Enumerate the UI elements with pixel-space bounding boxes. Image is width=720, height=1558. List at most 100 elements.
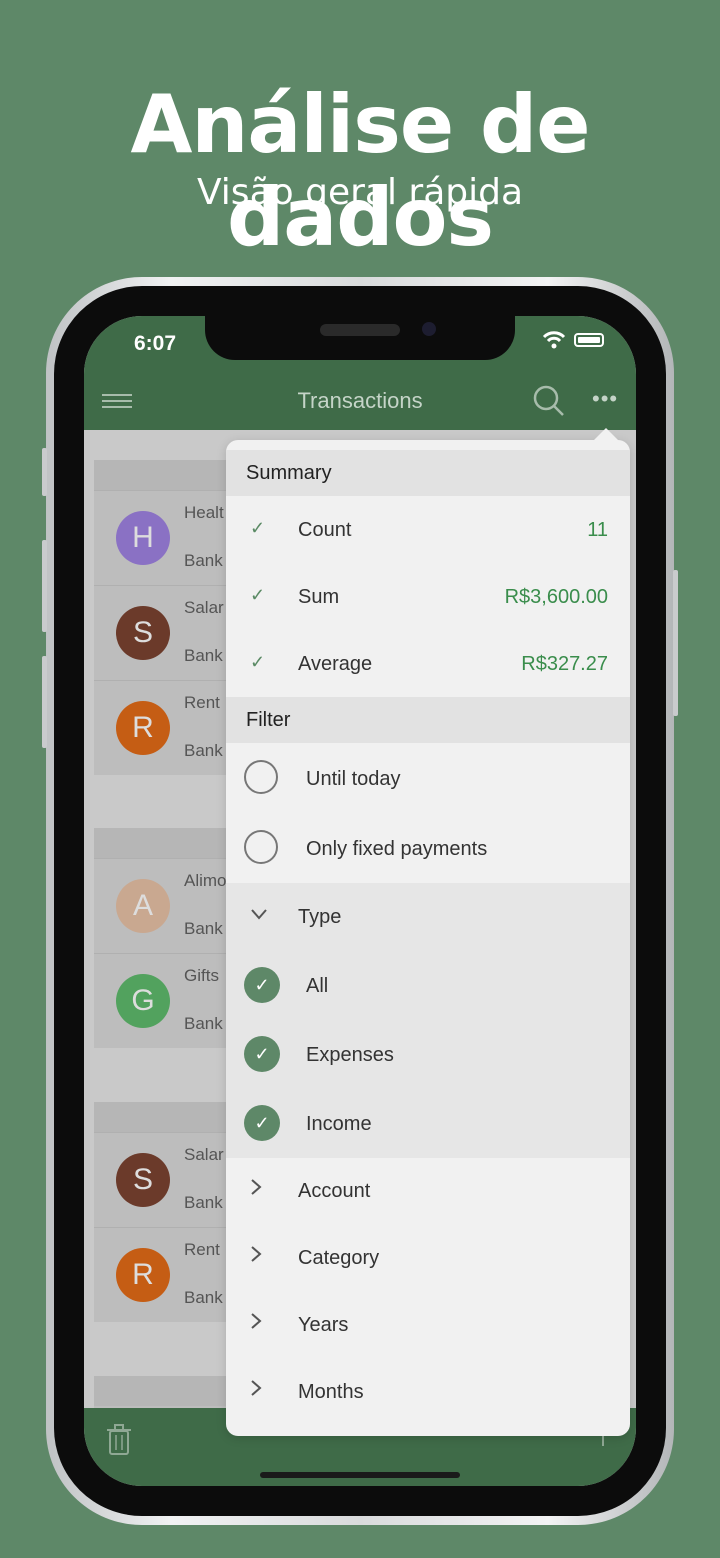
avatar: R bbox=[116, 701, 170, 755]
row-category: Rent bbox=[184, 693, 220, 712]
type-all[interactable]: ✓ All bbox=[226, 951, 630, 1020]
group-account[interactable]: Account bbox=[226, 1158, 630, 1225]
nav-bar: Transactions ••• bbox=[84, 372, 636, 430]
radio-icon bbox=[244, 830, 278, 864]
row-category: Gifts bbox=[184, 966, 219, 985]
list-item[interactable]: S Salar Bank bbox=[94, 585, 234, 680]
row-category: Alimo bbox=[184, 871, 227, 890]
chevron-right-icon bbox=[250, 1178, 262, 1202]
transaction-group: A Alimo Bank G Gifts Bank bbox=[94, 828, 234, 1048]
list-item[interactable]: G Gifts Bank bbox=[94, 953, 234, 1048]
type-label: Type bbox=[298, 906, 342, 928]
summary-popover: Summary ✓ Count 11 ✓ Sum R$3,600.00 ✓ Av… bbox=[226, 440, 630, 1436]
summary-label: Sum bbox=[298, 586, 340, 608]
group-months[interactable]: Months bbox=[226, 1359, 630, 1426]
check-icon: ✓ bbox=[250, 652, 266, 672]
checked-circle-icon: ✓ bbox=[244, 1105, 280, 1141]
row-category: Healt bbox=[184, 503, 224, 522]
list-item[interactable]: S Salar Bank bbox=[94, 1132, 234, 1227]
filter-section-header: Filter bbox=[226, 697, 630, 743]
avatar: G bbox=[116, 974, 170, 1028]
filter-title: Filter bbox=[246, 709, 291, 731]
list-item[interactable]: R Rent Bank bbox=[94, 680, 234, 775]
type-expenses[interactable]: ✓ Expenses bbox=[226, 1020, 630, 1089]
filter-label: Only fixed payments bbox=[306, 838, 488, 860]
volume-down-button bbox=[42, 656, 47, 748]
row-category: Salar bbox=[184, 598, 224, 617]
summary-label: Count bbox=[298, 519, 352, 541]
type-option-label: All bbox=[306, 975, 329, 997]
hero-subtitle: Visão geral rápida bbox=[196, 172, 524, 213]
hero-title: Análise de dados bbox=[130, 78, 591, 264]
summary-value: R$327.27 bbox=[521, 653, 608, 675]
chevron-right-icon bbox=[250, 1245, 262, 1269]
filter-fixed-payments[interactable]: Only fixed payments bbox=[226, 813, 630, 883]
summary-row-average[interactable]: ✓ Average R$327.27 bbox=[226, 630, 630, 697]
group-header bbox=[94, 828, 234, 858]
row-category: Salar bbox=[184, 1145, 224, 1164]
group-category[interactable]: Category bbox=[226, 1225, 630, 1292]
filter-until-today[interactable]: Until today bbox=[226, 743, 630, 813]
row-account: Bank bbox=[184, 1288, 223, 1307]
status-time: 6:07 bbox=[134, 332, 177, 355]
list-item[interactable]: A Alimo Bank bbox=[94, 858, 234, 953]
row-category: Rent bbox=[184, 1240, 220, 1259]
transaction-group: S Salar Bank R Rent Bank bbox=[94, 1102, 234, 1322]
summary-row-sum[interactable]: ✓ Sum R$3,600.00 bbox=[226, 563, 630, 630]
check-icon: ✓ bbox=[250, 518, 266, 538]
summary-value: 11 bbox=[587, 519, 608, 541]
chevron-down-icon bbox=[250, 903, 268, 926]
row-account: Bank bbox=[184, 551, 223, 570]
row-account: Bank bbox=[184, 646, 223, 665]
transaction-group: H Healt Bank S Salar Bank R Rent Bank bbox=[94, 460, 234, 775]
type-option-label: Income bbox=[306, 1113, 372, 1135]
wifi-icon bbox=[542, 330, 566, 355]
group-label: Months bbox=[298, 1381, 364, 1403]
battery-icon bbox=[574, 333, 604, 347]
row-account: Bank bbox=[184, 919, 223, 938]
avatar: S bbox=[116, 1153, 170, 1207]
ellipsis-icon[interactable]: ••• bbox=[592, 386, 618, 412]
radio-icon bbox=[244, 760, 278, 794]
trash-icon[interactable] bbox=[106, 1424, 132, 1461]
avatar: H bbox=[116, 511, 170, 565]
type-toggle[interactable]: Type bbox=[226, 883, 630, 951]
power-button bbox=[673, 570, 678, 716]
row-account: Bank bbox=[184, 741, 223, 760]
summary-value: R$3,600.00 bbox=[504, 586, 608, 608]
row-account: Bank bbox=[184, 1014, 223, 1033]
checked-circle-icon: ✓ bbox=[244, 967, 280, 1003]
type-option-label: Expenses bbox=[306, 1044, 394, 1066]
speaker bbox=[320, 324, 400, 336]
search-icon[interactable] bbox=[532, 384, 566, 423]
group-label: Category bbox=[298, 1247, 380, 1269]
camera bbox=[422, 322, 436, 336]
summary-row-count[interactable]: ✓ Count 11 bbox=[226, 496, 630, 563]
check-icon: ✓ bbox=[250, 585, 266, 605]
group-header bbox=[94, 1102, 234, 1132]
avatar: S bbox=[116, 606, 170, 660]
row-account: Bank bbox=[184, 1193, 223, 1212]
checked-circle-icon: ✓ bbox=[244, 1036, 280, 1072]
notch bbox=[205, 316, 515, 360]
list-item[interactable]: H Healt Bank bbox=[94, 490, 234, 585]
group-years[interactable]: Years bbox=[226, 1292, 630, 1359]
group-label: Years bbox=[298, 1314, 349, 1336]
avatar: A bbox=[116, 879, 170, 933]
popover-arrow bbox=[594, 428, 618, 440]
avatar: R bbox=[116, 1248, 170, 1302]
summary-title: Summary bbox=[246, 462, 332, 484]
volume-up-button bbox=[42, 540, 47, 632]
app-screen: 6:07 Transactions ••• H Healt Bank S Sal… bbox=[84, 316, 636, 1486]
group-label: Account bbox=[298, 1180, 371, 1202]
chevron-right-icon bbox=[250, 1312, 262, 1336]
filter-label: Until today bbox=[306, 768, 401, 790]
home-indicator bbox=[260, 1472, 460, 1478]
mute-switch bbox=[42, 448, 47, 496]
chevron-right-icon bbox=[250, 1379, 262, 1403]
group-header bbox=[94, 1376, 234, 1406]
summary-section-header: Summary bbox=[226, 450, 630, 496]
group-header bbox=[94, 460, 234, 490]
type-income[interactable]: ✓ Income bbox=[226, 1089, 630, 1158]
list-item[interactable]: R Rent Bank bbox=[94, 1227, 234, 1322]
